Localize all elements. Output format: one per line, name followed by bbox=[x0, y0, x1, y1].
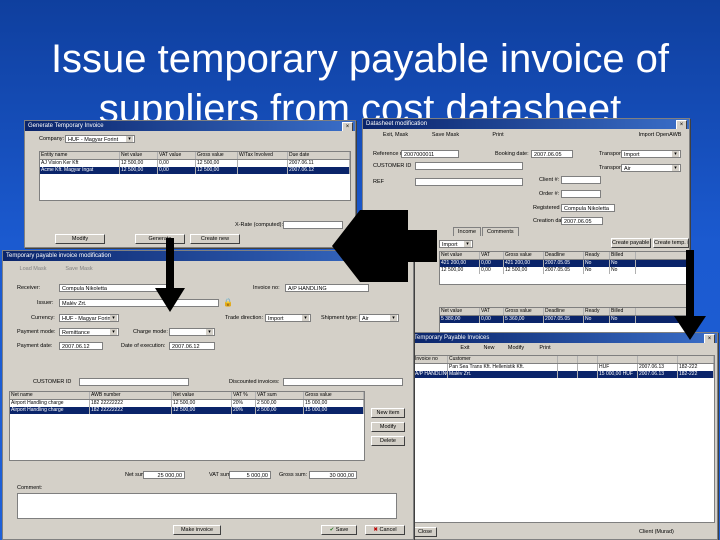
arrow-down-right-icon bbox=[674, 250, 706, 340]
flow-arrows bbox=[155, 210, 706, 340]
arrow-down-left-icon bbox=[155, 238, 185, 312]
arrow-left-icon bbox=[332, 210, 437, 282]
